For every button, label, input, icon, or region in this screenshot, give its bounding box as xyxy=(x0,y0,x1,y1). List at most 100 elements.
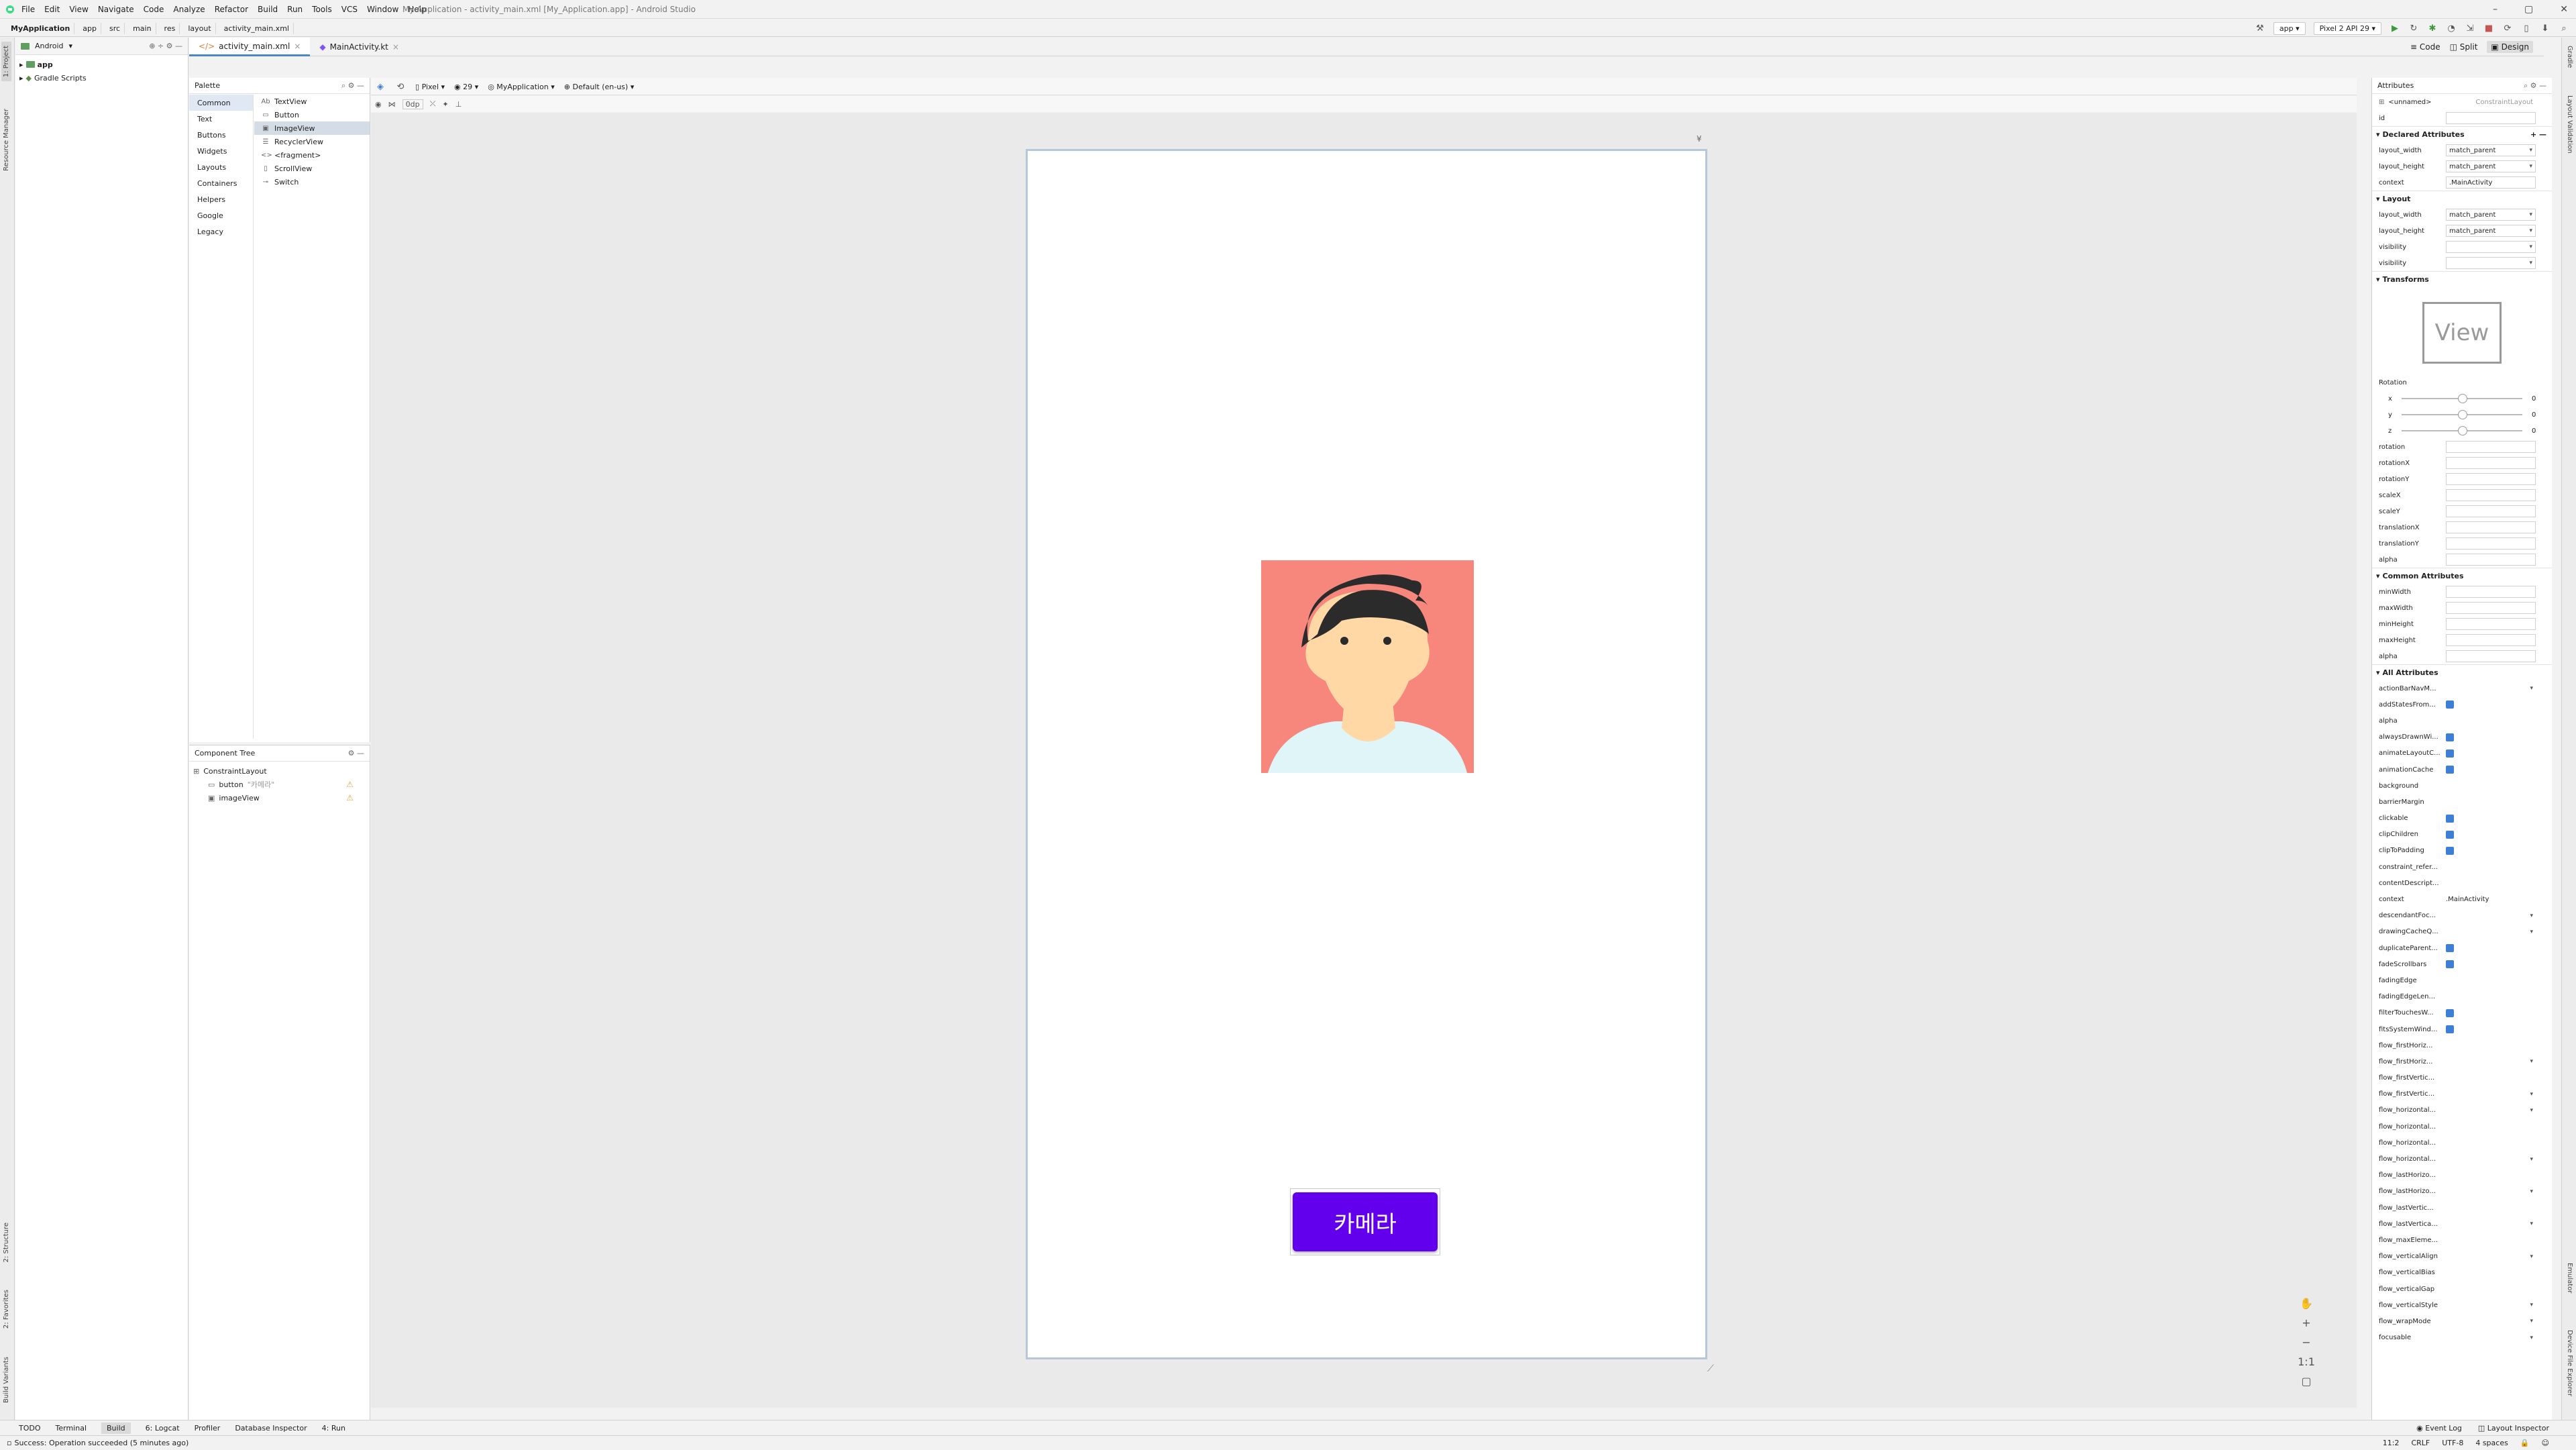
chevron-down-icon[interactable]: ▾ xyxy=(2529,260,2532,266)
attr-value-cell[interactable] xyxy=(2446,715,2536,727)
chevron-down-icon[interactable]: ▾ xyxy=(2529,211,2532,218)
palette-widget-fragment[interactable]: <> <fragment> xyxy=(254,148,370,162)
menu-tools[interactable]: Tools xyxy=(312,5,332,14)
attr-value-field[interactable]: match_parent ▾ xyxy=(2446,144,2536,156)
default-margin-dropdown[interactable]: 0dp xyxy=(402,99,423,109)
attr-value-field[interactable]: ▾ xyxy=(2446,257,2536,269)
id-field[interactable] xyxy=(2446,112,2536,124)
resource-manager-tab[interactable]: Resource Manager xyxy=(1,105,11,175)
event-log-tab[interactable]: ◉ Event Log xyxy=(2416,1424,2462,1433)
menu-window[interactable]: Window xyxy=(367,5,398,14)
transforms-section[interactable]: ▾ Transforms xyxy=(2372,271,2552,287)
actual-size-icon[interactable]: 1:1 xyxy=(2298,1355,2315,1368)
attr-value-cell[interactable] xyxy=(2446,1202,2536,1214)
attr-value-cell[interactable] xyxy=(2446,796,2536,808)
smiley-icon[interactable]: ☺ xyxy=(2542,1439,2549,1447)
breadcrumb-res[interactable]: res xyxy=(160,22,180,34)
chevron-down-icon[interactable]: ▾ xyxy=(2529,244,2532,250)
attr-value-field[interactable] xyxy=(2446,473,2536,485)
attr-value-cell[interactable]: ▾ xyxy=(2446,1104,2536,1117)
tree-item-app[interactable]: ▸ app xyxy=(19,58,184,71)
design-surface-icon[interactable]: ◈ xyxy=(375,81,386,92)
attr-value-cell[interactable] xyxy=(2446,1234,2536,1246)
device-dropdown[interactable]: ▯ Pixel ▾ xyxy=(415,83,445,91)
view-options-icon[interactable]: ◉ xyxy=(375,100,382,109)
attr-value-cell[interactable] xyxy=(2446,942,2536,954)
menu-file[interactable]: File xyxy=(21,5,35,14)
palette-widget-recyclerview[interactable]: ☰ RecyclerView xyxy=(254,135,370,148)
attr-value-cell[interactable]: ▾ xyxy=(2446,926,2536,938)
bottom-tab-todo[interactable]: TODO xyxy=(19,1424,41,1433)
pan-icon[interactable]: ✋ xyxy=(2300,1297,2313,1310)
attr-value-cell[interactable] xyxy=(2446,991,2536,1003)
palette-category-helpers[interactable]: Helpers xyxy=(189,191,253,207)
indent-setting[interactable]: 4 spaces xyxy=(2475,1439,2508,1447)
tab-activity-main-xml[interactable]: </> activity_main.xml × xyxy=(189,38,311,56)
checkbox[interactable] xyxy=(2446,733,2454,741)
attr-value-field[interactable] xyxy=(2446,457,2536,469)
attr-value-field[interactable]: ▾ xyxy=(2446,241,2536,253)
palette-category-legacy[interactable]: Legacy xyxy=(189,223,253,240)
menu-build[interactable]: Build xyxy=(258,5,278,14)
expand-arrow-icon[interactable]: ▸ xyxy=(19,60,23,69)
attr-value-cell[interactable] xyxy=(2446,1039,2536,1051)
search-icon[interactable]: ⌕ xyxy=(341,81,345,90)
zoom-in-icon[interactable]: + xyxy=(2302,1316,2310,1329)
attr-value-field[interactable]: match_parent ▾ xyxy=(2446,209,2536,221)
palette-widget-scrollview[interactable]: ▯ ScrollView xyxy=(254,162,370,175)
sync-gradle-icon[interactable]: ⟳ xyxy=(2502,23,2513,34)
search-icon[interactable]: ⌕ xyxy=(2559,23,2569,34)
line-separator[interactable]: CRLF xyxy=(2411,1439,2430,1447)
attr-value-field[interactable] xyxy=(2446,634,2536,646)
chevron-down-icon[interactable]: ▾ xyxy=(2529,227,2532,234)
menu-code[interactable]: Code xyxy=(144,5,164,14)
attr-value-field[interactable]: match_parent ▾ xyxy=(2446,225,2536,237)
device-file-explorer-tab[interactable]: Device File Explorer xyxy=(2565,1326,2575,1400)
attr-value-cell[interactable] xyxy=(2446,1170,2536,1182)
minimize-icon[interactable]: – xyxy=(2493,4,2498,15)
palette-category-common[interactable]: Common xyxy=(189,95,253,111)
chevron-down-icon[interactable]: ▾ xyxy=(2530,1188,2533,1195)
attr-value-field[interactable] xyxy=(2446,537,2536,550)
attr-value-field[interactable] xyxy=(2446,441,2536,453)
menu-analyze[interactable]: Analyze xyxy=(173,5,205,14)
favorites-tool-tab[interactable]: 2: Favorites xyxy=(1,1286,11,1333)
attr-value-field[interactable] xyxy=(2446,602,2536,614)
attr-value-field[interactable] xyxy=(2446,554,2536,566)
palette-widget-imageview[interactable]: ▣ ImageView xyxy=(254,121,370,135)
attr-value-cell[interactable]: ▾ xyxy=(2446,1088,2536,1100)
breadcrumb-layout[interactable]: layout xyxy=(184,22,216,34)
declared-attributes-section[interactable]: ▾ Declared Attributes + — xyxy=(2372,126,2552,142)
palette-category-widgets[interactable]: Widgets xyxy=(189,143,253,159)
gradle-tool-tab[interactable]: Gradle xyxy=(2565,42,2575,72)
attr-value-cell[interactable] xyxy=(2446,764,2536,776)
expand-arrow-icon[interactable]: ▸ xyxy=(19,74,23,83)
attr-value-field[interactable] xyxy=(2446,521,2536,533)
cursor-position[interactable]: 11:2 xyxy=(2383,1439,2400,1447)
stop-icon[interactable]: ■ xyxy=(2483,23,2494,34)
menu-view[interactable]: View xyxy=(69,5,88,14)
tab-mainactivity-kt[interactable]: ◆ MainActivity.kt × xyxy=(310,38,409,56)
debug-icon[interactable]: ✱ xyxy=(2427,23,2438,34)
attr-value-field[interactable] xyxy=(2446,650,2536,662)
tree-item-imageview[interactable]: ▣ imageView ⚠ xyxy=(193,791,366,805)
attr-value-cell[interactable]: ▾ xyxy=(2446,1251,2536,1263)
emulator-tab[interactable]: Emulator xyxy=(2565,1259,2575,1297)
bottom-tab-4-run[interactable]: 4: Run xyxy=(322,1424,345,1433)
tree-item-button[interactable]: ▭ button "카메라" ⚠ xyxy=(193,778,366,791)
close-tab-icon[interactable]: × xyxy=(294,42,301,51)
tree-item-constraintlayout[interactable]: ⊞ ConstraintLayout xyxy=(193,764,366,778)
chevron-down-icon[interactable]: ▾ xyxy=(2530,1318,2533,1325)
slider-knob[interactable] xyxy=(2458,426,2467,435)
avd-manager-icon[interactable]: ▯ xyxy=(2521,23,2532,34)
attr-value-cell[interactable] xyxy=(2446,1007,2536,1019)
chevron-down-icon[interactable]: ▾ xyxy=(2530,685,2533,692)
breadcrumb-src[interactable]: src xyxy=(105,22,125,34)
attr-value-cell[interactable] xyxy=(2446,829,2536,841)
structure-tool-tab[interactable]: 2: Structure xyxy=(1,1219,11,1266)
tree-item-gradle-scripts[interactable]: ▸ ◆ Gradle Scripts xyxy=(19,71,184,85)
chevron-down-icon[interactable]: ▾ xyxy=(2530,1335,2533,1341)
run-icon[interactable]: ▶ xyxy=(2390,23,2400,34)
chevron-down-icon[interactable]: ▾ xyxy=(2530,1221,2533,1227)
lock-icon[interactable]: 🔒 xyxy=(2520,1439,2530,1447)
